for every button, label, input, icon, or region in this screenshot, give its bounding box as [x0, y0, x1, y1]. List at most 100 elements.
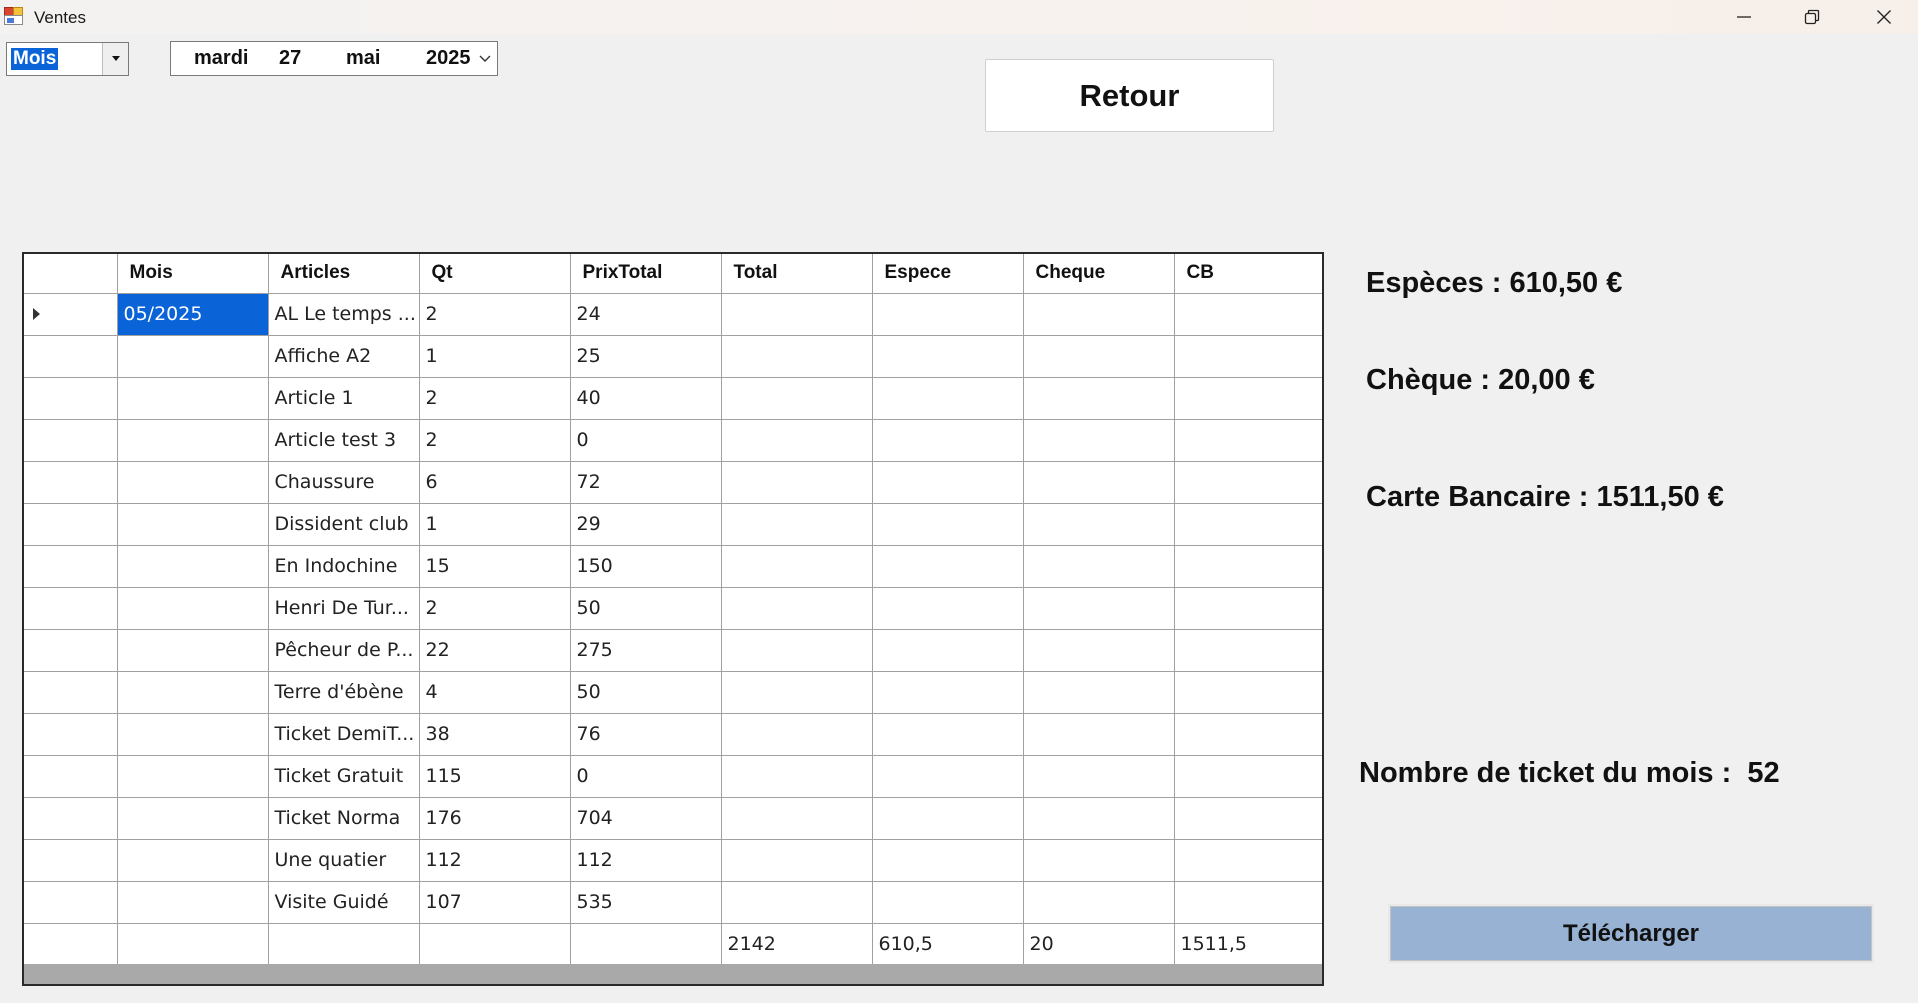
table-cell[interactable]: 2142	[721, 923, 873, 966]
table-cell[interactable]	[117, 923, 269, 966]
table-cell[interactable]	[721, 713, 873, 756]
table-cell[interactable]	[872, 587, 1024, 630]
minimize-button[interactable]	[1712, 0, 1776, 34]
chevron-down-icon[interactable]	[477, 50, 493, 66]
table-cell[interactable]	[117, 461, 269, 504]
table-cell[interactable]: Article test 3	[268, 419, 420, 462]
row-header[interactable]	[24, 839, 118, 882]
table-cell[interactable]	[1023, 629, 1175, 672]
table-cell[interactable]	[872, 419, 1024, 462]
table-cell[interactable]	[1023, 713, 1175, 756]
table-cell[interactable]: 05/2025	[117, 293, 269, 336]
table-cell[interactable]	[1023, 755, 1175, 798]
table-cell[interactable]: 50	[570, 671, 722, 714]
table-cell[interactable]	[1174, 419, 1322, 462]
table-cell[interactable]: 72	[570, 461, 722, 504]
table-cell[interactable]	[721, 335, 873, 378]
table-cell[interactable]: Ticket DemiT...	[268, 713, 420, 756]
table-cell[interactable]	[1174, 587, 1322, 630]
table-cell[interactable]: 25	[570, 335, 722, 378]
table-cell[interactable]: Pêcheur de P...	[268, 629, 420, 672]
table-cell[interactable]: 535	[570, 881, 722, 924]
table-cell[interactable]: Henri De Tur...	[268, 587, 420, 630]
table-cell[interactable]	[1174, 377, 1322, 420]
table-cell[interactable]	[872, 461, 1024, 504]
table-cell[interactable]	[117, 881, 269, 924]
row-header[interactable]	[24, 629, 118, 672]
table-cell[interactable]: 2	[419, 419, 571, 462]
table-row[interactable]: Article test 320	[24, 419, 1322, 462]
table-cell[interactable]	[872, 671, 1024, 714]
table-cell[interactable]	[419, 923, 571, 966]
table-cell[interactable]	[872, 335, 1024, 378]
table-cell[interactable]	[872, 293, 1024, 336]
row-header[interactable]	[24, 713, 118, 756]
table-cell[interactable]: 4	[419, 671, 571, 714]
table-cell[interactable]	[721, 881, 873, 924]
retour-button[interactable]: Retour	[985, 59, 1274, 132]
table-cell[interactable]	[117, 377, 269, 420]
table-cell[interactable]	[1174, 629, 1322, 672]
table-cell[interactable]	[1023, 377, 1175, 420]
table-cell[interactable]	[1174, 671, 1322, 714]
table-cell[interactable]: 115	[419, 755, 571, 798]
table-cell[interactable]: 112	[570, 839, 722, 882]
table-cell[interactable]	[721, 503, 873, 546]
table-cell[interactable]	[1174, 881, 1322, 924]
table-cell[interactable]	[1174, 755, 1322, 798]
table-row[interactable]: 2142 610,5 20 1511,5	[24, 923, 1322, 966]
sales-grid[interactable]: Mois Articles Qt PrixTotal Total Espece Cheque…	[22, 252, 1324, 986]
table-cell[interactable]	[872, 503, 1024, 546]
table-cell[interactable]	[1023, 839, 1175, 882]
column-header-cheque[interactable]: Cheque	[1023, 254, 1175, 294]
table-cell[interactable]: 24	[570, 293, 722, 336]
table-cell[interactable]	[570, 923, 722, 966]
table-cell[interactable]	[721, 587, 873, 630]
table-cell[interactable]: 107	[419, 881, 571, 924]
table-cell[interactable]	[117, 335, 269, 378]
table-cell[interactable]	[872, 377, 1024, 420]
table-cell[interactable]: 1	[419, 335, 571, 378]
table-cell[interactable]	[1174, 461, 1322, 504]
table-cell[interactable]: AL Le temps ...	[268, 293, 420, 336]
table-cell[interactable]: 29	[570, 503, 722, 546]
table-cell[interactable]	[1023, 335, 1175, 378]
table-cell[interactable]: Visite Guidé	[268, 881, 420, 924]
table-cell[interactable]	[1023, 881, 1175, 924]
column-header-qt[interactable]: Qt	[419, 254, 571, 294]
row-header[interactable]	[24, 503, 118, 546]
table-row[interactable]: Ticket Norma 176 704	[24, 797, 1322, 840]
table-cell[interactable]: 0	[570, 419, 722, 462]
table-cell[interactable]: Terre d'ébène	[268, 671, 420, 714]
table-cell[interactable]: Une quatier	[268, 839, 420, 882]
table-row[interactable]: Dissident club 1 29	[24, 503, 1322, 546]
table-cell[interactable]	[872, 881, 1024, 924]
table-cell[interactable]	[117, 713, 269, 756]
table-cell[interactable]: 1511,5	[1174, 923, 1322, 966]
table-cell[interactable]	[1174, 713, 1322, 756]
table-cell[interactable]	[872, 629, 1024, 672]
table-cell[interactable]	[1174, 839, 1322, 882]
table-cell[interactable]	[1023, 587, 1175, 630]
table-row[interactable]: Une quatier 112 112	[24, 839, 1322, 882]
row-header[interactable]	[24, 671, 118, 714]
restore-button[interactable]	[1780, 0, 1844, 34]
grid-corner-header[interactable]	[24, 254, 118, 294]
close-button[interactable]	[1852, 0, 1916, 34]
table-cell[interactable]	[1174, 797, 1322, 840]
period-combobox[interactable]: Mois	[6, 42, 129, 76]
telecharger-button[interactable]: Télécharger	[1388, 904, 1874, 963]
row-header[interactable]	[24, 923, 118, 966]
table-cell[interactable]: 22	[419, 629, 571, 672]
table-cell[interactable]: Article 1	[268, 377, 420, 420]
column-header-prixtotal[interactable]: PrixTotal	[570, 254, 722, 294]
table-row[interactable]: 05/2025 AL Le temps ... 2 24	[24, 293, 1322, 336]
table-cell[interactable]	[872, 545, 1024, 588]
table-cell[interactable]: 50	[570, 587, 722, 630]
table-cell[interactable]: Dissident club	[268, 503, 420, 546]
table-cell[interactable]: En Indochine	[268, 545, 420, 588]
row-header[interactable]	[24, 293, 118, 336]
row-header[interactable]	[24, 587, 118, 630]
table-cell[interactable]	[721, 671, 873, 714]
table-cell[interactable]: 2	[419, 293, 571, 336]
